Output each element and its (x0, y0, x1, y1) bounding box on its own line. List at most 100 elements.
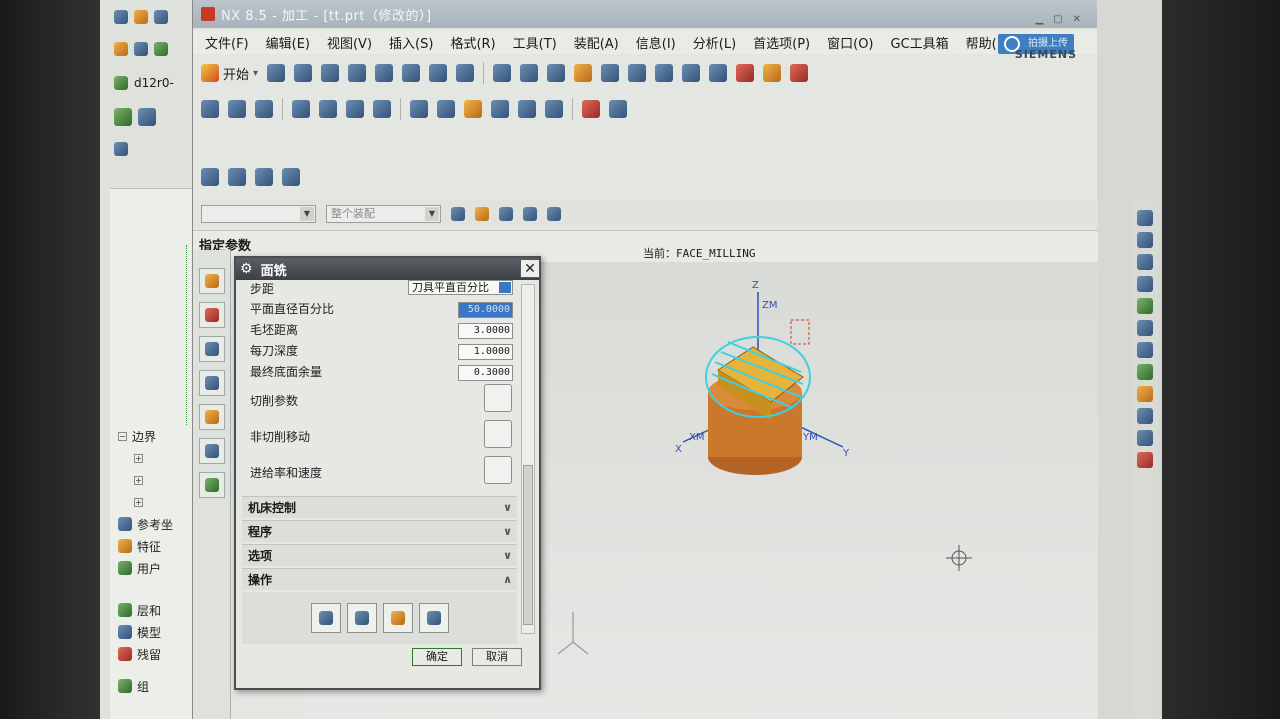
pan-icon[interactable] (1137, 298, 1153, 314)
final-floor-stock-input[interactable]: 0.3000 (458, 365, 513, 381)
tool-d-icon[interactable] (282, 168, 300, 186)
list-button[interactable] (418, 603, 449, 633)
tool-c-icon[interactable] (255, 168, 273, 186)
depth-per-cut-input[interactable]: 1.0000 (458, 344, 513, 360)
part-combo-text[interactable]: d12r0- (134, 76, 174, 94)
light-icon[interactable] (1137, 386, 1153, 402)
tree-node-layer[interactable]: 层和 (110, 599, 200, 621)
tree-node-boundary[interactable]: − 边界 (110, 425, 200, 447)
scope-combo[interactable]: 整个装配 ▼ (326, 205, 441, 223)
expand-icon[interactable]: + (134, 497, 143, 507)
collapse-icon[interactable]: − (118, 431, 127, 441)
menu-info[interactable]: 信息(I) (636, 33, 676, 52)
model-icon[interactable] (154, 42, 168, 56)
minimize-icon[interactable]: ▁ (1035, 14, 1043, 25)
dialog-scrollbar[interactable] (521, 284, 535, 634)
expand-icon[interactable]: + (134, 453, 143, 463)
non-cutting-moves-button[interactable] (484, 420, 512, 448)
view-orient-icon[interactable] (601, 64, 620, 82)
save-icon[interactable] (114, 10, 128, 24)
zoom-icon[interactable] (1137, 276, 1153, 292)
ok-button[interactable]: 确定 (412, 648, 462, 666)
post-process-icon[interactable] (518, 100, 536, 118)
snap-icon[interactable] (736, 64, 755, 82)
resource-tab-assembly[interactable] (199, 302, 225, 328)
cutting-params-button[interactable] (484, 384, 512, 412)
measure-icon[interactable] (763, 64, 782, 82)
new-icon[interactable] (267, 64, 286, 82)
box-select-icon[interactable] (523, 207, 537, 221)
list-toolpath-icon[interactable] (491, 100, 509, 118)
edit-icon[interactable] (1137, 452, 1153, 468)
replay-button[interactable] (346, 603, 377, 633)
create-program-icon[interactable] (201, 100, 219, 118)
cursor-icon[interactable] (609, 100, 627, 118)
fit-icon[interactable] (1137, 320, 1153, 336)
view-top-icon[interactable] (1137, 232, 1153, 248)
resource-tab-operation[interactable] (199, 370, 225, 396)
start-button[interactable]: 开始 ▾ (201, 64, 258, 83)
type-filter-combo[interactable]: ▼ (201, 205, 316, 223)
select-icon[interactable] (114, 142, 128, 156)
verify-toolpath-icon[interactable] (464, 100, 482, 118)
feeds-speeds-button[interactable] (484, 456, 512, 484)
cancel-button[interactable]: 取消 (472, 648, 522, 666)
tree-node-sub[interactable]: + (110, 469, 200, 491)
menu-insert[interactable]: 插入(S) (389, 33, 433, 52)
resource-tab-library[interactable] (199, 404, 225, 430)
tree-node-sub[interactable]: + (110, 491, 200, 513)
view-front-icon[interactable] (1137, 210, 1153, 226)
print-icon[interactable] (348, 64, 367, 82)
generate-toolpath-icon[interactable] (410, 100, 428, 118)
machine-tool-view-icon[interactable] (319, 100, 337, 118)
replay-toolpath-icon[interactable] (437, 100, 455, 118)
tree-node-feature[interactable]: 特征 (110, 535, 200, 557)
expand-icon[interactable]: + (134, 475, 143, 485)
snap-point-icon[interactable] (475, 207, 489, 221)
section-icon[interactable] (682, 64, 701, 82)
motion-icon[interactable] (790, 64, 809, 82)
menu-gc-toolbox[interactable]: GC工具箱 (891, 33, 949, 52)
shade-icon[interactable] (1137, 364, 1153, 380)
globe-icon[interactable] (1137, 408, 1153, 424)
create-tool-icon[interactable] (228, 100, 246, 118)
paste-icon[interactable] (429, 64, 448, 82)
resource-tab-books[interactable] (199, 472, 225, 498)
menu-view[interactable]: 视图(V) (327, 33, 372, 52)
render-style-icon[interactable] (628, 64, 647, 82)
menu-edit[interactable]: 编辑(E) (266, 33, 310, 52)
tree-node-sub[interactable]: + (110, 447, 200, 469)
section-options[interactable]: 选项 ∨ (242, 544, 517, 566)
resource-tab-parts[interactable] (199, 268, 225, 294)
geometry-view-icon[interactable] (346, 100, 364, 118)
assembly-icon[interactable] (134, 42, 148, 56)
stepover-select[interactable]: 刀具平直百分比 (408, 280, 513, 295)
part-icon[interactable] (114, 42, 128, 56)
selection-intent-icon[interactable] (499, 207, 513, 221)
wcs-icon[interactable] (655, 64, 674, 82)
tree-node-residual[interactable]: 残留 (110, 643, 200, 665)
scroll-thumb[interactable] (523, 465, 533, 625)
shop-doc-icon[interactable] (545, 100, 563, 118)
menu-assembly[interactable]: 装配(A) (574, 33, 619, 52)
menu-file[interactable]: 文件(F) (205, 33, 249, 52)
tree-node-group[interactable]: 组 (110, 675, 200, 697)
navigator-icon[interactable] (709, 64, 728, 82)
resource-tab-history[interactable] (199, 336, 225, 362)
resource-tab-machine[interactable] (199, 438, 225, 464)
dialog-close-icon[interactable]: ✕ (520, 259, 540, 278)
maximize-icon[interactable]: ▢ (1053, 14, 1062, 25)
save-icon[interactable] (321, 64, 340, 82)
section-machine-control[interactable]: 机床控制 ∨ (242, 496, 517, 518)
cursor-icon[interactable] (1137, 430, 1153, 446)
menu-format[interactable]: 格式(R) (450, 33, 495, 52)
open-icon[interactable] (294, 64, 313, 82)
cube-icon[interactable] (138, 108, 156, 126)
shaded-cube-icon[interactable] (547, 64, 566, 82)
menu-window[interactable]: 窗口(O) (827, 33, 873, 52)
section-operation[interactable]: 操作 ∧ (242, 568, 517, 590)
copy-icon[interactable] (402, 64, 421, 82)
verify-button[interactable] (382, 603, 413, 633)
filter-icon[interactable] (451, 207, 465, 221)
blank-distance-input[interactable]: 3.0000 (458, 323, 513, 339)
